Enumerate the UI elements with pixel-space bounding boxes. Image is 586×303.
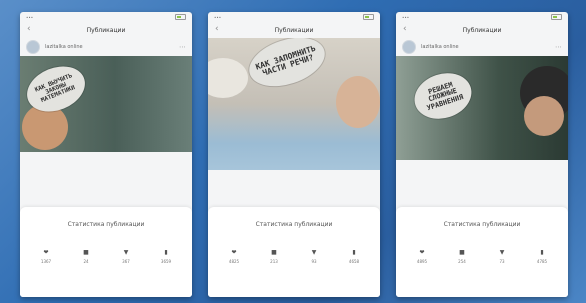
- stat-likes: ❤ 4895: [408, 249, 436, 265]
- stat-comments: ■ 254: [448, 249, 476, 265]
- phone-screen-1: ••• ‹ Публикации lazitalka online ⋯ КАК …: [20, 12, 192, 297]
- statistics-panel: Статистика публикации ❤ 4895 ■ 254 ▼ 73 …: [396, 207, 568, 297]
- back-arrow-icon[interactable]: ‹: [27, 24, 31, 34]
- statistics-title: Статистика публикации: [443, 221, 521, 228]
- signal-icon: •••: [26, 14, 34, 20]
- stat-value: 1367: [40, 259, 52, 264]
- stat-likes: ❤ 1367: [32, 249, 60, 265]
- statistics-row: ❤ 4825 ■ 213 ▼ 93 ▮ 4658: [208, 249, 380, 265]
- stat-saves: ▮ 4785: [528, 249, 556, 265]
- stat-likes: ❤ 4825: [220, 249, 248, 265]
- stat-value: 367: [122, 259, 130, 264]
- reach-icon: ▼: [311, 249, 317, 256]
- nav-bar: ‹ Публикации: [208, 22, 380, 38]
- statistics-row: ❤ 4895 ■ 254 ▼ 73 ▮ 4785: [396, 249, 568, 265]
- statistics-row: ❤ 1367 ■ 24 ▼ 367 ▮ 3659: [20, 249, 192, 265]
- bookmark-icon: ▮: [164, 249, 168, 256]
- stat-value: 213: [270, 259, 278, 264]
- stat-reach: ▼ 367: [112, 249, 140, 265]
- paper-sheet: [208, 58, 248, 98]
- boy-figure: [524, 96, 564, 136]
- stat-value: 4785: [536, 259, 548, 264]
- page-title: Публикации: [274, 26, 314, 34]
- stat-value: 4825: [228, 259, 240, 264]
- nav-bar: ‹ Публикации: [20, 22, 192, 38]
- more-icon[interactable]: ⋯: [555, 43, 562, 51]
- page-title: Публикации: [462, 26, 502, 34]
- heart-icon: ❤: [419, 249, 425, 256]
- battery-icon: [363, 14, 374, 20]
- stat-comments: ■ 213: [260, 249, 288, 265]
- statistics-title: Статистика публикации: [67, 221, 145, 228]
- reach-icon: ▼: [123, 249, 129, 256]
- reach-icon: ▼: [499, 249, 505, 256]
- status-bar: •••: [208, 12, 380, 22]
- heart-icon: ❤: [43, 249, 49, 256]
- back-arrow-icon[interactable]: ‹: [403, 24, 407, 34]
- stat-reach: ▼ 93: [300, 249, 328, 265]
- status-bar: •••: [20, 12, 192, 22]
- post-image[interactable]: КАК ВЫУЧИТЬ ЗАКОНЫ МАТЕМАТИКИ: [20, 56, 192, 152]
- stat-value: 4658: [348, 259, 360, 264]
- more-icon[interactable]: ⋯: [179, 43, 186, 51]
- stat-reach: ▼ 73: [488, 249, 516, 265]
- speech-bubble: РЕШАЕМ СЛОЖНЫЕ УРАВНЕНИЯ: [408, 66, 478, 126]
- status-bar: •••: [396, 12, 568, 22]
- stat-value: 254: [458, 259, 466, 264]
- post-author[interactable]: lazitalka online ⋯: [20, 38, 192, 56]
- stat-value: 3659: [160, 259, 172, 264]
- stat-value: 73: [499, 259, 505, 264]
- comment-icon: ■: [459, 249, 465, 256]
- stat-value: 24: [83, 259, 89, 264]
- phone-screen-2: ••• ‹ Публикации КАК ЗАПОМНИТЬ ЧАСТИ РЕЧ…: [208, 12, 380, 297]
- stat-saves: ▮ 3659: [152, 249, 180, 265]
- stat-comments: ■ 24: [72, 249, 100, 265]
- speech-bubble: КАК ЗАПОМНИТЬ ЧАСТИ РЕЧИ?: [243, 38, 331, 95]
- stat-value: 93: [311, 259, 317, 264]
- author-name[interactable]: lazitalka online: [421, 44, 550, 50]
- statistics-panel: Статистика публикации ❤ 4825 ■ 213 ▼ 93 …: [208, 207, 380, 297]
- heart-icon: ❤: [231, 249, 237, 256]
- avatar[interactable]: [26, 40, 40, 54]
- statistics-panel: Статистика публикации ❤ 1367 ■ 24 ▼ 367 …: [20, 207, 192, 297]
- statistics-title: Статистика публикации: [255, 221, 333, 228]
- page-title: Публикации: [86, 26, 126, 34]
- avatar[interactable]: [402, 40, 416, 54]
- post-image[interactable]: КАК ЗАПОМНИТЬ ЧАСТИ РЕЧИ?: [208, 38, 380, 170]
- comment-icon: ■: [271, 249, 277, 256]
- back-arrow-icon[interactable]: ‹: [215, 24, 219, 34]
- signal-icon: •••: [402, 14, 410, 20]
- comment-icon: ■: [83, 249, 89, 256]
- bookmark-icon: ▮: [352, 249, 356, 256]
- post-image[interactable]: РЕШАЕМ СЛОЖНЫЕ УРАВНЕНИЯ: [396, 56, 568, 160]
- bookmark-icon: ▮: [540, 249, 544, 256]
- child-figure: [336, 76, 380, 128]
- nav-bar: ‹ Публикации: [396, 22, 568, 38]
- battery-icon: [175, 14, 186, 20]
- author-name[interactable]: lazitalka online: [45, 44, 174, 50]
- post-author[interactable]: lazitalka online ⋯: [396, 38, 568, 56]
- battery-icon: [551, 14, 562, 20]
- phone-screen-3: ••• ‹ Публикации lazitalka online ⋯ РЕША…: [396, 12, 568, 297]
- stat-saves: ▮ 4658: [340, 249, 368, 265]
- signal-icon: •••: [214, 14, 222, 20]
- stat-value: 4895: [416, 259, 428, 264]
